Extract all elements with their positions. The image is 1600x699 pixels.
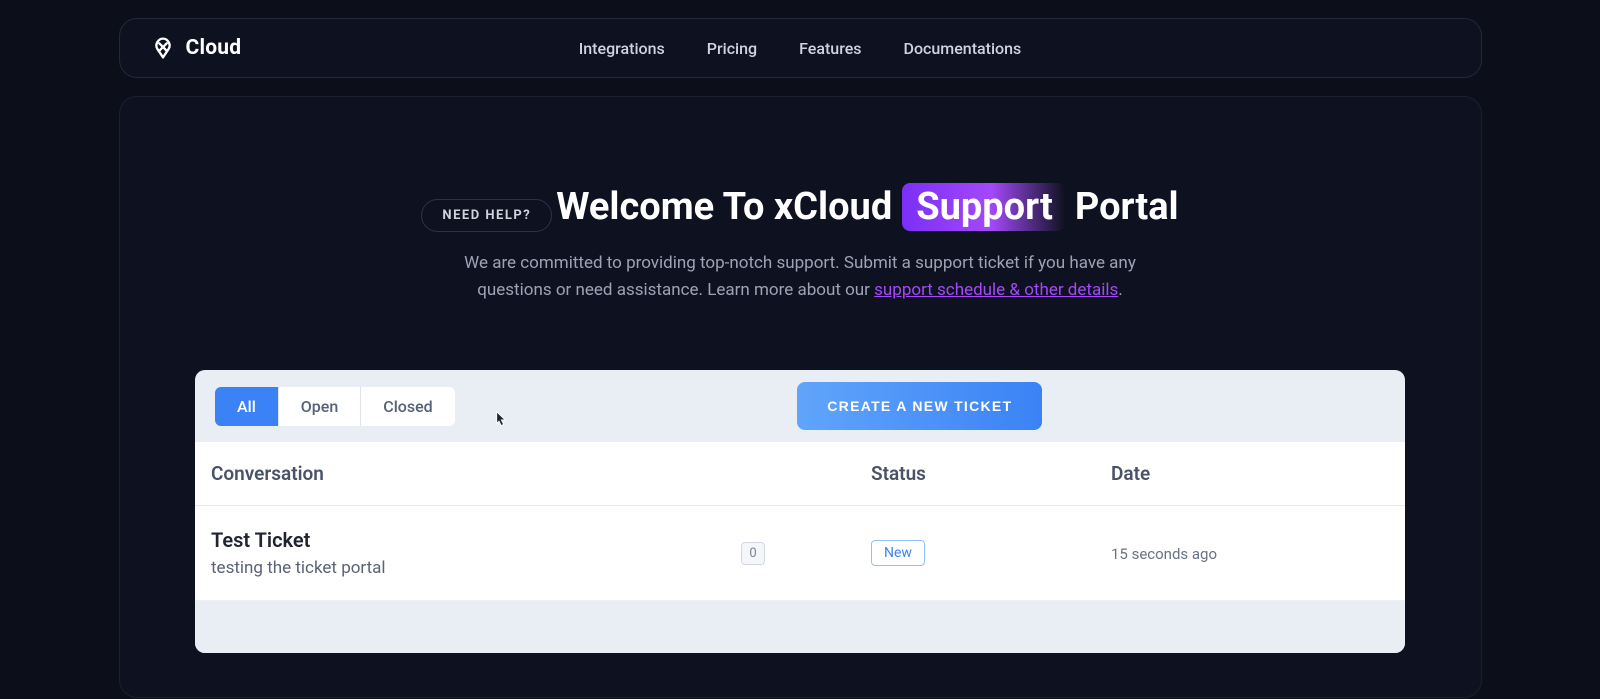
hero-subtitle: We are committed to providing top-notch … (440, 250, 1160, 304)
hero-title-post: Portal (1075, 185, 1179, 229)
hero: NEED HELP? Welcome To xCloud Support Por… (120, 155, 1481, 304)
ticket-row-date: 15 seconds ago (1111, 545, 1217, 563)
th-status: Status (871, 462, 1111, 485)
ticket-table-header: Conversation Status Date (195, 442, 1405, 506)
ticket-row-description: testing the ticket portal (211, 558, 741, 578)
status-badge: New (871, 540, 925, 566)
hero-subtitle-end: . (1118, 280, 1122, 300)
ticket-reply-count-badge: 0 (741, 542, 765, 565)
nav-link-documentations[interactable]: Documentations (904, 39, 1022, 58)
xcloud-logo-icon (148, 33, 178, 63)
ticket-card-footer-spacer (195, 601, 1405, 653)
tab-all[interactable]: All (215, 387, 279, 426)
ticket-card: All Open Closed CREATE A NEW TICKET Conv… (195, 370, 1405, 653)
ticket-table: Conversation Status Date Test Ticket tes… (195, 442, 1405, 601)
nav-link-integrations[interactable]: Integrations (579, 39, 665, 58)
ticket-row-title: Test Ticket (211, 528, 741, 552)
tab-open[interactable]: Open (279, 387, 362, 426)
content-panel: NEED HELP? Welcome To xCloud Support Por… (119, 96, 1482, 698)
primary-nav: Integrations Pricing Features Documentat… (579, 39, 1022, 58)
brand-name: Cloud (186, 36, 242, 60)
ticket-filter-tabs: All Open Closed (215, 387, 455, 426)
tab-closed[interactable]: Closed (361, 387, 454, 426)
hero-title-pre: Welcome To xCloud (556, 185, 892, 229)
table-row[interactable]: Test Ticket testing the ticket portal 0 … (195, 506, 1405, 601)
th-conversation: Conversation (211, 462, 741, 485)
need-help-pill: NEED HELP? (421, 199, 552, 232)
brand-logo[interactable]: Cloud (148, 33, 242, 63)
th-count (741, 462, 871, 485)
nav-link-features[interactable]: Features (799, 39, 861, 58)
ticket-card-toolbar: All Open Closed CREATE A NEW TICKET (195, 370, 1405, 442)
create-new-ticket-button[interactable]: CREATE A NEW TICKET (797, 382, 1042, 430)
hero-title-highlight: Support (902, 183, 1065, 231)
hero-title: Welcome To xCloud Support Portal (556, 183, 1178, 231)
top-nav: Cloud Integrations Pricing Features Docu… (119, 18, 1482, 78)
nav-link-pricing[interactable]: Pricing (707, 39, 757, 58)
th-date: Date (1111, 462, 1389, 485)
support-schedule-link[interactable]: support schedule & other details (874, 280, 1118, 300)
